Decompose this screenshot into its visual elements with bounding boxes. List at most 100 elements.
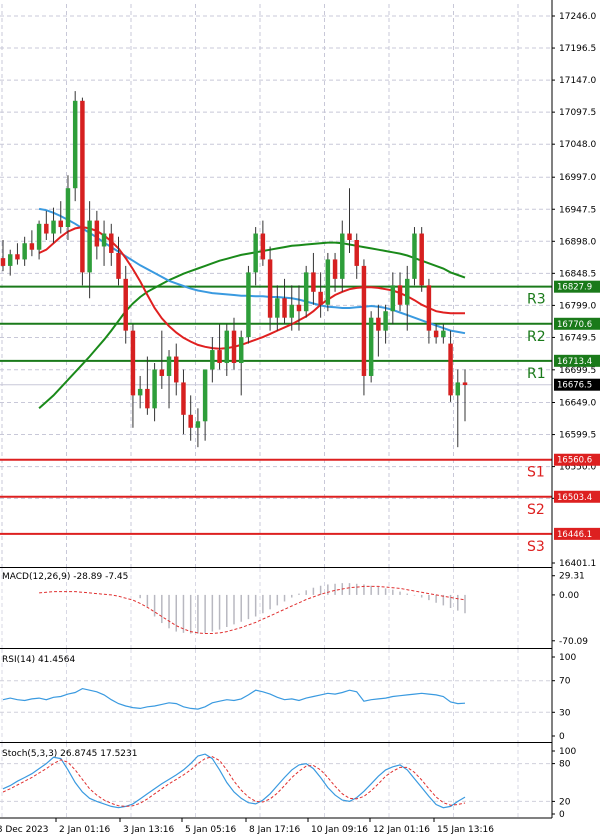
candle-body — [361, 265, 367, 376]
price-tick-label: 16898.0 — [559, 237, 596, 247]
level-letter-s3: S3 — [527, 539, 545, 555]
candle-body — [224, 330, 230, 364]
candle-body — [260, 233, 266, 260]
price-tick-label: 17048.0 — [559, 140, 596, 150]
stoch-tick-label: 0 — [559, 810, 565, 820]
rsi-tick-label: 100 — [559, 653, 576, 663]
price-tag-s1: 16560.6 — [557, 456, 592, 466]
stoch-title: Stoch(5,3,3) 26.8745 17.5231 — [2, 749, 137, 759]
candle-body — [419, 233, 424, 286]
candle-body — [217, 350, 222, 364]
candle-body — [210, 350, 215, 370]
price-tick-label: 16947.5 — [559, 205, 596, 215]
candle-body — [29, 243, 35, 250]
candle-body — [397, 285, 403, 305]
candle-body — [152, 369, 157, 409]
candle-body — [195, 421, 201, 428]
candle-body — [303, 272, 309, 312]
candle-body — [282, 298, 287, 318]
candle-body — [246, 272, 251, 338]
candle-body — [7, 254, 13, 266]
price-tag-r1: 16713.4 — [557, 357, 592, 367]
price-tick-label: 16799.0 — [559, 301, 596, 311]
candle-body — [455, 382, 461, 396]
stoch-tick-label: 80 — [559, 760, 571, 770]
candle-body — [462, 382, 468, 386]
price-tick-label: 16997.0 — [559, 173, 596, 183]
candle-body — [376, 317, 381, 331]
time-tick-label: 15 Jan 13:16 — [437, 825, 494, 835]
candle-body — [51, 220, 56, 234]
time-tick-label: 12 Jan 01:16 — [373, 825, 430, 835]
candle-body — [94, 220, 100, 247]
price-tick-label: 17147.0 — [559, 76, 596, 86]
price-tick-label: 16749.5 — [559, 333, 596, 343]
candle-body — [275, 298, 280, 318]
candle-body — [441, 330, 446, 338]
candle-body — [332, 259, 338, 279]
candle-body — [311, 272, 316, 292]
candle-body — [238, 337, 244, 364]
price-tick-label: 17246.0 — [559, 12, 596, 22]
candle-body — [44, 223, 49, 234]
candle-body — [65, 188, 71, 228]
candle-body — [267, 259, 273, 318]
candle-body — [340, 233, 345, 279]
price-tick-label: 17097.5 — [559, 108, 596, 118]
candle-body — [405, 278, 410, 305]
macd-tick-label: -70.09 — [559, 637, 588, 647]
candle-body — [58, 220, 63, 228]
candle-body — [15, 254, 20, 260]
time-tick-label: 8 Jan 17:16 — [249, 825, 301, 835]
price-tick-label: 16649.0 — [559, 399, 596, 409]
candle-body — [296, 304, 302, 312]
macd-tick-label: 0.00 — [559, 591, 579, 601]
price-tag-r2: 16770.6 — [557, 320, 592, 330]
candle-body — [109, 233, 114, 253]
time-tick-label: 28 Dec 2023 — [0, 825, 49, 835]
candle-body — [145, 388, 150, 409]
candle-body — [137, 388, 143, 396]
candle-body — [426, 285, 432, 331]
candle-body — [101, 233, 107, 247]
candle-body — [289, 304, 294, 318]
time-tick-label: 10 Jan 09:16 — [311, 825, 368, 835]
candle-body — [325, 259, 331, 305]
rsi-tick-label: 0 — [559, 732, 565, 742]
price-tick-label: 16599.5 — [559, 431, 596, 441]
price-bottom-tick-label: 16401.1 — [559, 559, 596, 569]
candle-body — [72, 100, 78, 189]
stoch-tick-label: 20 — [559, 797, 571, 807]
candle-body — [174, 356, 179, 383]
candle-body — [36, 223, 42, 250]
level-letter-r3: R3 — [527, 292, 546, 308]
candle-body — [22, 243, 27, 260]
candle-body — [390, 285, 396, 312]
chart-background — [0, 0, 600, 839]
candle-body — [80, 100, 85, 273]
time-tick-label: 2 Jan 01:16 — [59, 825, 111, 835]
candle-body — [159, 369, 165, 376]
candle-body — [116, 252, 121, 279]
candle-body — [202, 369, 208, 422]
candle-body — [130, 330, 136, 396]
candle-body — [87, 220, 92, 273]
trading-chart: 17246.0 17196.5 17147.0 17097.5 17048.0 16997… — [0, 0, 600, 839]
rsi-title: RSI(14) 41.4564 — [2, 655, 75, 665]
rsi-tick-label: 70 — [559, 677, 571, 687]
rsi-tick-label: 30 — [559, 708, 571, 718]
macd-title: MACD(12,26,9) -28.89 -7.45 — [2, 572, 128, 582]
candle-body — [181, 382, 186, 415]
candle-body — [354, 240, 359, 266]
candle-body — [123, 278, 128, 331]
candle-body — [383, 311, 388, 331]
candle-body — [253, 233, 258, 273]
price-tag-s2: 16503.4 — [557, 493, 592, 503]
price-tag-r3: 16827.9 — [557, 283, 592, 293]
candle-body — [318, 291, 323, 305]
candle-body — [448, 343, 453, 396]
price-tick-label: 17196.5 — [559, 44, 596, 54]
price-tag-s3: 16446.1 — [557, 530, 592, 540]
candle-body — [188, 414, 193, 428]
level-letter-r1: R1 — [527, 366, 546, 382]
